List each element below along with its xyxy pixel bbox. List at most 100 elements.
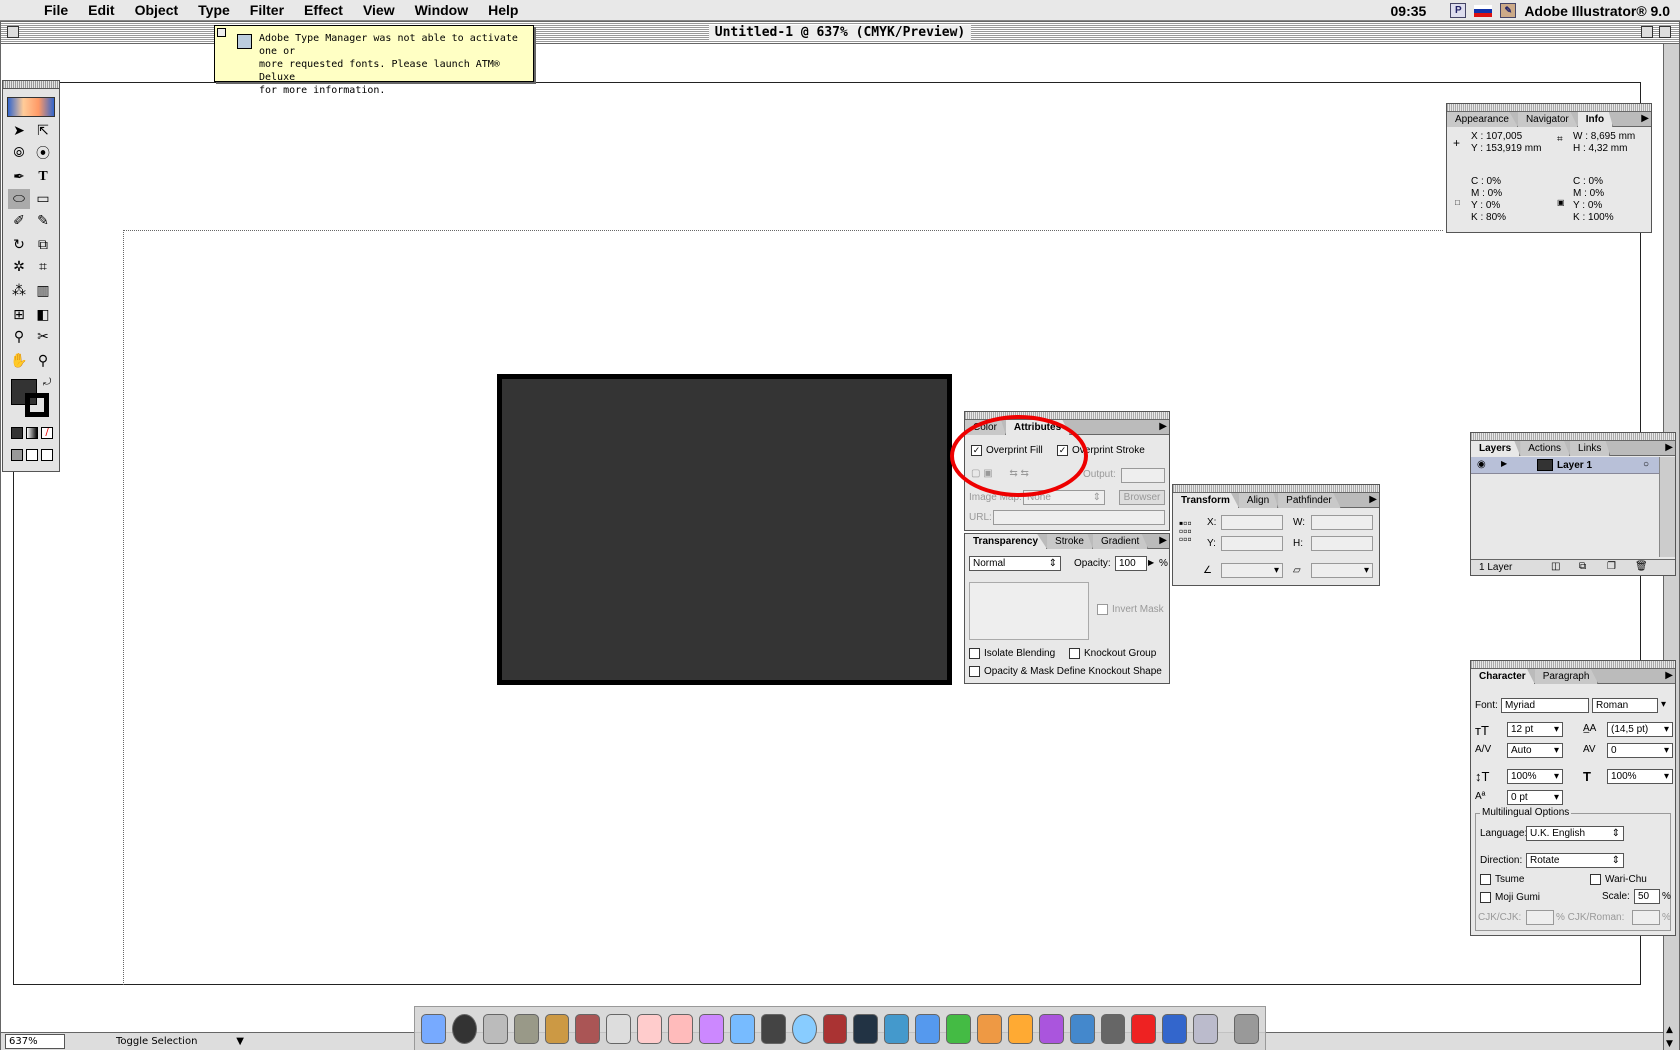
graph-tool-icon[interactable]: ▥: [32, 281, 54, 301]
rotate-tool-icon[interactable]: ↻: [8, 235, 30, 255]
notepad-icon[interactable]: [513, 1013, 539, 1044]
eyedropper-tool-icon[interactable]: ⚲: [8, 327, 30, 347]
tab-pathfinder[interactable]: Pathfinder: [1278, 493, 1341, 508]
word-icon[interactable]: [915, 1013, 941, 1044]
standard-screen-button[interactable]: [11, 449, 23, 461]
tsume-checkbox[interactable]: [1480, 874, 1491, 885]
feather-icon[interactable]: [729, 1013, 755, 1044]
output-field[interactable]: [1121, 468, 1165, 483]
wari-chu[interactable]: Wari-Chu: [1590, 874, 1647, 885]
ellipse-tool-icon[interactable]: ⬭: [8, 189, 30, 209]
tab-actions[interactable]: Actions: [1520, 441, 1571, 456]
font-size-select[interactable]: 12 pt ▾: [1507, 722, 1563, 737]
chevron-down-icon[interactable]: ▾: [1661, 699, 1666, 710]
browser-button[interactable]: Browser: [1119, 490, 1165, 505]
font-style-field[interactable]: Roman: [1592, 698, 1658, 713]
tab-layers[interactable]: Layers: [1471, 441, 1521, 456]
new-sublayer-icon[interactable]: ⧉: [1579, 561, 1586, 572]
palette-menu-icon[interactable]: ▶: [1369, 494, 1377, 505]
scissors-tool-icon[interactable]: ✂: [32, 327, 54, 347]
menu-help[interactable]: Help: [478, 2, 528, 18]
pencil-tool-icon[interactable]: ✎: [32, 211, 54, 231]
direct-lasso-tool-icon[interactable]: ⦿: [32, 143, 54, 163]
target-circle-icon[interactable]: ○: [1643, 459, 1649, 470]
menu-window[interactable]: Window: [405, 2, 479, 18]
horizontal-scale-select[interactable]: 100% ▾: [1607, 769, 1673, 784]
transform-w-field[interactable]: [1311, 515, 1373, 530]
palette-menu-icon[interactable]: ▶: [1159, 535, 1167, 546]
palette-menu-icon[interactable]: ▶: [1641, 113, 1649, 124]
menu-object[interactable]: Object: [125, 2, 189, 18]
creo-icon[interactable]: [1162, 1013, 1188, 1044]
selection-tool-icon[interactable]: ➤: [8, 121, 30, 141]
tsume[interactable]: Tsume: [1480, 874, 1524, 885]
knockout-group-checkbox[interactable]: [1069, 648, 1080, 659]
toolbox-grip[interactable]: [3, 81, 59, 89]
layers-scrollbar[interactable]: [1659, 457, 1675, 557]
cjk-cjk-field[interactable]: [1526, 910, 1554, 925]
scale-field[interactable]: 50: [1634, 889, 1660, 904]
russian-flag-icon[interactable]: [1474, 4, 1493, 17]
blend-mode-select[interactable]: Normal ⇕: [969, 556, 1061, 571]
menu-view[interactable]: View: [353, 2, 405, 18]
layer-row[interactable]: ◉ ▶ Layer 1 ○: [1471, 457, 1659, 474]
bar-icon[interactable]: [1100, 1013, 1126, 1044]
tab-align[interactable]: Align: [1238, 493, 1279, 508]
excel-icon[interactable]: [946, 1013, 972, 1044]
free-transform-tool-icon[interactable]: ⌗: [32, 257, 54, 277]
app-menu-label[interactable]: Adobe Illustrator® 9.0: [1524, 3, 1670, 19]
transform-h-field[interactable]: [1311, 536, 1373, 551]
make-clipping-mask-icon[interactable]: ◫: [1551, 561, 1560, 572]
rectangle-tool-icon[interactable]: ▭: [32, 189, 54, 209]
visibility-eye-icon[interactable]: ◉: [1477, 459, 1486, 470]
isolate-blending[interactable]: Isolate Blending: [969, 648, 1055, 659]
zoom-tool-icon[interactable]: ⚲: [32, 351, 54, 371]
palette-menu-icon[interactable]: ▶: [1665, 442, 1673, 453]
acrobat-reader-icon[interactable]: [668, 1013, 694, 1044]
finder-icon[interactable]: [421, 1013, 446, 1044]
layers-palette-grip[interactable]: [1471, 433, 1675, 441]
tab-links[interactable]: Links: [1570, 441, 1611, 456]
house-icon[interactable]: [1193, 1013, 1219, 1044]
selected-rectangle[interactable]: [497, 374, 952, 685]
invert-mask-checkbox[interactable]: [1097, 604, 1108, 615]
tab-info[interactable]: Info: [1577, 112, 1614, 127]
messenger-icon[interactable]: [1069, 1013, 1095, 1044]
gradient-tool-icon[interactable]: ◧: [32, 305, 54, 325]
language-select[interactable]: U.K. English ⇕: [1526, 826, 1624, 841]
tracking-select[interactable]: 0 ▾: [1607, 743, 1673, 758]
kerning-select[interactable]: Auto ▾: [1507, 743, 1563, 758]
isolate-blending-checkbox[interactable]: [969, 648, 980, 659]
scroll-down-icon[interactable]: ▼: [1666, 1039, 1673, 1049]
full-screen-button[interactable]: [41, 449, 53, 461]
zoom-box-icon[interactable]: [1641, 26, 1653, 38]
eagle-icon[interactable]: [853, 1013, 879, 1044]
eye-icon[interactable]: [760, 1013, 786, 1044]
expand-triangle-icon[interactable]: ▶: [1501, 459, 1507, 468]
type-tool-icon[interactable]: T: [32, 167, 54, 187]
moji-gumi-checkbox[interactable]: [1480, 892, 1491, 903]
powerpoint-icon[interactable]: [977, 1013, 1002, 1044]
url-field[interactable]: [993, 510, 1165, 525]
opacity-slider-icon[interactable]: ▶: [1148, 558, 1154, 567]
wari-chu-checkbox[interactable]: [1590, 874, 1601, 885]
clock-icon[interactable]: [451, 1013, 477, 1044]
knockout-group[interactable]: Knockout Group: [1069, 648, 1156, 659]
transform-x-field[interactable]: [1221, 515, 1283, 530]
gradient-button[interactable]: [26, 427, 38, 439]
calculator-icon[interactable]: [482, 1013, 508, 1044]
vertical-scale-select[interactable]: 100% ▾: [1507, 769, 1563, 784]
trash-can-icon[interactable]: [1234, 1013, 1260, 1044]
zoom-field[interactable]: 637%: [5, 1034, 65, 1049]
keyboard-menu-icon[interactable]: P: [1450, 3, 1467, 18]
info-palette-grip[interactable]: [1447, 104, 1651, 112]
mesh-tool-icon[interactable]: ⊞: [8, 305, 30, 325]
tab-navigator[interactable]: Navigator: [1517, 112, 1578, 127]
trash-icon[interactable]: 🗑: [1635, 561, 1648, 572]
character-palette-grip[interactable]: [1471, 661, 1675, 669]
acrobat-icon[interactable]: [637, 1013, 663, 1044]
tab-stroke[interactable]: Stroke: [1047, 534, 1093, 549]
symbol-tool-icon[interactable]: ⁂: [8, 281, 30, 301]
parrot-icon[interactable]: [884, 1013, 910, 1044]
alert-close-box[interactable]: [217, 28, 226, 37]
